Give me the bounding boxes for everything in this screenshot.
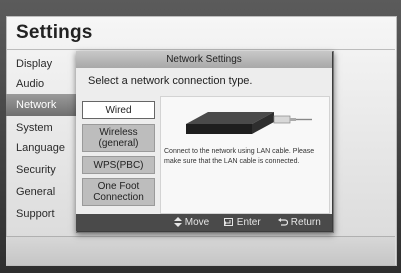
- option-one-foot-connection[interactable]: One Foot Connection: [82, 178, 155, 206]
- option-wps-pbc[interactable]: WPS(PBC): [82, 156, 155, 174]
- menu-item-support[interactable]: Support: [16, 208, 55, 220]
- footer-move-label: Move: [184, 217, 210, 228]
- dialog-footer: Move Enter Return: [76, 214, 332, 231]
- menu-item-security[interactable]: Security: [16, 164, 56, 176]
- blu-ray-player-icon: [186, 112, 312, 134]
- lan-cable-icon: [273, 115, 312, 124]
- bottom-bar: [6, 236, 395, 265]
- title-divider: [6, 49, 395, 50]
- menu-item-system[interactable]: System: [16, 122, 53, 134]
- footer-move: Move: [174, 217, 209, 228]
- connection-description: Connect to the network using LAN cable. …: [164, 148, 315, 165]
- footer-return-label: Return: [290, 217, 321, 228]
- menu-item-network[interactable]: Network: [16, 99, 56, 111]
- updown-arrow-icon: [174, 217, 182, 227]
- footer-enter-label: Enter: [236, 217, 261, 228]
- menu-item-audio[interactable]: Audio: [16, 78, 44, 90]
- option-wireless-general[interactable]: Wireless (general): [82, 124, 155, 152]
- dialog-title: Network Settings: [76, 51, 332, 68]
- dialog-prompt: Select a network connection type.: [88, 75, 253, 87]
- menu-item-display[interactable]: Display: [16, 58, 52, 70]
- menu-item-general[interactable]: General: [16, 186, 55, 198]
- enter-icon: [224, 218, 233, 226]
- option-wired[interactable]: Wired: [82, 101, 155, 119]
- menu-item-language[interactable]: Language: [16, 142, 65, 154]
- footer-enter: Enter: [224, 217, 261, 228]
- page-title: Settings: [16, 22, 93, 43]
- footer-return: Return: [278, 217, 321, 228]
- return-icon: [278, 218, 289, 226]
